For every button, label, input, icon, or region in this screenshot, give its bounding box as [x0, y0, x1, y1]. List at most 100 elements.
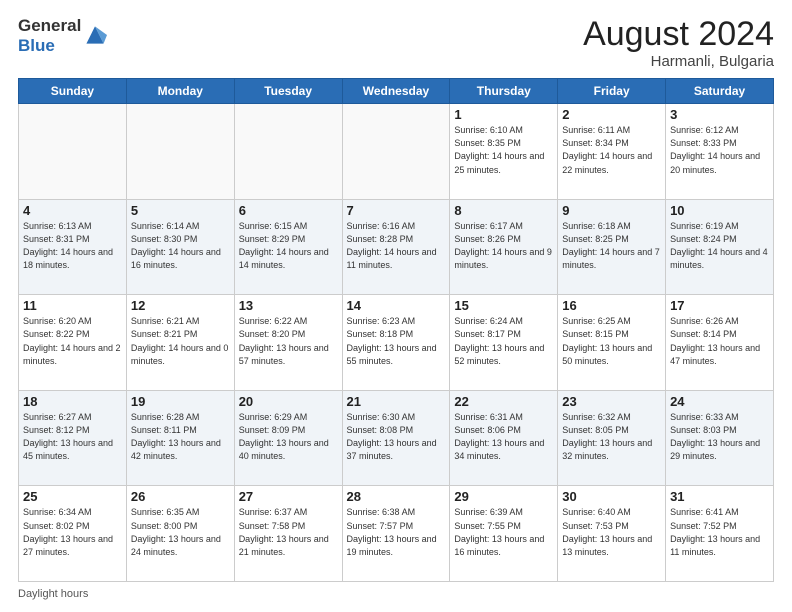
- calendar-week-row: 25Sunrise: 6:34 AMSunset: 8:02 PMDayligh…: [19, 486, 774, 582]
- calendar-cell: [234, 104, 342, 200]
- calendar-cell: 12 Sunrise: 6:21 AMSunset: 8:21 PMDayligh…: [126, 295, 234, 391]
- day-info: Sunrise: 6:28 AMSunset: 8:11 PMDaylight:…: [131, 411, 230, 463]
- calendar-cell: 13 Sunrise: 6:22 AMSunset: 8:20 PMDayligh…: [234, 295, 342, 391]
- calendar-cell: 22Sunrise: 6:31 AMSunset: 8:06 PMDayligh…: [450, 390, 558, 486]
- day-number: 5: [131, 203, 230, 218]
- day-info: Sunrise: 6:15 AMSunset: 8:29 PMDaylight:…: [239, 220, 338, 272]
- calendar-week-row: 1Sunrise: 6:10 AMSunset: 8:35 PMDaylight…: [19, 104, 774, 200]
- calendar-cell: 11Sunrise: 6:20 AMSunset: 8:22 PMDayligh…: [19, 295, 127, 391]
- day-info: Sunrise: 6:11 AMSunset: 8:34 PMDaylight:…: [562, 124, 661, 176]
- month-year: August 2024: [583, 16, 774, 53]
- day-info: Sunrise: 6:40 AMSunset: 7:53 PMDaylight:…: [562, 506, 661, 558]
- day-info: Sunrise: 6:39 AMSunset: 7:55 PMDaylight:…: [454, 506, 553, 558]
- day-number: 21: [347, 394, 446, 409]
- calendar-cell: 26 Sunrise: 6:35 AMSunset: 8:00 PMDayligh…: [126, 486, 234, 582]
- day-info: Sunrise: 6:21 AMSunset: 8:21 PMDaylight:…: [131, 315, 230, 367]
- calendar-cell: 31 Sunrise: 6:41 AMSunset: 7:52 PMDayligh…: [666, 486, 774, 582]
- day-number: 12: [131, 298, 230, 313]
- page: General Blue August 2024 Harmanli, Bulga…: [0, 0, 792, 612]
- day-number: 3: [670, 107, 769, 122]
- logo-blue: Blue: [18, 36, 55, 55]
- day-info: Sunrise: 6:19 AMSunset: 8:24 PMDaylight:…: [670, 220, 769, 272]
- calendar-week-row: 18 Sunrise: 6:27 AMSunset: 8:12 PMDayligh…: [19, 390, 774, 486]
- calendar-cell: 20Sunrise: 6:29 AMSunset: 8:09 PMDayligh…: [234, 390, 342, 486]
- day-info: Sunrise: 6:30 AMSunset: 8:08 PMDaylight:…: [347, 411, 446, 463]
- day-info: Sunrise: 6:25 AMSunset: 8:15 PMDaylight:…: [562, 315, 661, 367]
- day-number: 13: [239, 298, 338, 313]
- day-number: 31: [670, 489, 769, 504]
- day-info: Sunrise: 6:24 AMSunset: 8:17 PMDaylight:…: [454, 315, 553, 367]
- calendar-day-header: Tuesday: [234, 79, 342, 104]
- calendar-cell: 25Sunrise: 6:34 AMSunset: 8:02 PMDayligh…: [19, 486, 127, 582]
- calendar-day-header: Sunday: [19, 79, 127, 104]
- calendar-cell: 19 Sunrise: 6:28 AMSunset: 8:11 PMDayligh…: [126, 390, 234, 486]
- day-number: 30: [562, 489, 661, 504]
- calendar-cell: 21 Sunrise: 6:30 AMSunset: 8:08 PMDayligh…: [342, 390, 450, 486]
- calendar-cell: [19, 104, 127, 200]
- logo: General Blue: [18, 16, 107, 55]
- day-info: Sunrise: 6:29 AMSunset: 8:09 PMDaylight:…: [239, 411, 338, 463]
- day-number: 9: [562, 203, 661, 218]
- day-number: 28: [347, 489, 446, 504]
- logo-general: General: [18, 16, 81, 35]
- calendar-day-header: Wednesday: [342, 79, 450, 104]
- day-info: Sunrise: 6:26 AMSunset: 8:14 PMDaylight:…: [670, 315, 769, 367]
- day-info: Sunrise: 6:35 AMSunset: 8:00 PMDaylight:…: [131, 506, 230, 558]
- calendar-day-header: Monday: [126, 79, 234, 104]
- title-block: August 2024 Harmanli, Bulgaria: [583, 16, 774, 70]
- day-info: Sunrise: 6:37 AMSunset: 7:58 PMDaylight:…: [239, 506, 338, 558]
- day-number: 10: [670, 203, 769, 218]
- day-info: Sunrise: 6:32 AMSunset: 8:05 PMDaylight:…: [562, 411, 661, 463]
- day-number: 19: [131, 394, 230, 409]
- footer: Daylight hours: [18, 588, 774, 600]
- day-info: Sunrise: 6:13 AMSunset: 8:31 PMDaylight:…: [23, 220, 122, 272]
- day-number: 7: [347, 203, 446, 218]
- logo-text: General Blue: [18, 16, 81, 55]
- day-number: 22: [454, 394, 553, 409]
- day-number: 17: [670, 298, 769, 313]
- day-number: 25: [23, 489, 122, 504]
- logo-icon: [83, 23, 107, 47]
- day-number: 8: [454, 203, 553, 218]
- calendar-cell: 9 Sunrise: 6:18 AMSunset: 8:25 PMDaylight…: [558, 199, 666, 295]
- calendar-day-header: Saturday: [666, 79, 774, 104]
- day-number: 26: [131, 489, 230, 504]
- calendar-cell: 4 Sunrise: 6:13 AMSunset: 8:31 PMDaylight…: [19, 199, 127, 295]
- calendar-table: SundayMondayTuesdayWednesdayThursdayFrid…: [18, 78, 774, 582]
- day-info: Sunrise: 6:17 AMSunset: 8:26 PMDaylight:…: [454, 220, 553, 272]
- calendar-cell: 28 Sunrise: 6:38 AMSunset: 7:57 PMDayligh…: [342, 486, 450, 582]
- day-number: 18: [23, 394, 122, 409]
- calendar-cell: 7Sunrise: 6:16 AMSunset: 8:28 PMDaylight…: [342, 199, 450, 295]
- calendar-day-header: Friday: [558, 79, 666, 104]
- calendar-day-header: Thursday: [450, 79, 558, 104]
- day-info: Sunrise: 6:23 AMSunset: 8:18 PMDaylight:…: [347, 315, 446, 367]
- day-number: 24: [670, 394, 769, 409]
- day-info: Sunrise: 6:18 AMSunset: 8:25 PMDaylight:…: [562, 220, 661, 272]
- day-number: 16: [562, 298, 661, 313]
- calendar-week-row: 4 Sunrise: 6:13 AMSunset: 8:31 PMDaylight…: [19, 199, 774, 295]
- calendar-cell: 14Sunrise: 6:23 AMSunset: 8:18 PMDayligh…: [342, 295, 450, 391]
- footer-label: Daylight hours: [18, 588, 88, 600]
- day-info: Sunrise: 6:22 AMSunset: 8:20 PMDaylight:…: [239, 315, 338, 367]
- day-number: 6: [239, 203, 338, 218]
- day-number: 1: [454, 107, 553, 122]
- calendar-cell: 3Sunrise: 6:12 AMSunset: 8:33 PMDaylight…: [666, 104, 774, 200]
- day-number: 4: [23, 203, 122, 218]
- calendar-cell: 6 Sunrise: 6:15 AMSunset: 8:29 PMDaylight…: [234, 199, 342, 295]
- calendar-cell: 23Sunrise: 6:32 AMSunset: 8:05 PMDayligh…: [558, 390, 666, 486]
- day-number: 29: [454, 489, 553, 504]
- day-info: Sunrise: 6:38 AMSunset: 7:57 PMDaylight:…: [347, 506, 446, 558]
- calendar-cell: 15 Sunrise: 6:24 AMSunset: 8:17 PMDayligh…: [450, 295, 558, 391]
- calendar-cell: 16 Sunrise: 6:25 AMSunset: 8:15 PMDayligh…: [558, 295, 666, 391]
- header: General Blue August 2024 Harmanli, Bulga…: [18, 16, 774, 70]
- day-info: Sunrise: 6:33 AMSunset: 8:03 PMDaylight:…: [670, 411, 769, 463]
- calendar-cell: 10 Sunrise: 6:19 AMSunset: 8:24 PMDayligh…: [666, 199, 774, 295]
- calendar-cell: 18 Sunrise: 6:27 AMSunset: 8:12 PMDayligh…: [19, 390, 127, 486]
- calendar-week-row: 11Sunrise: 6:20 AMSunset: 8:22 PMDayligh…: [19, 295, 774, 391]
- calendar-cell: 27Sunrise: 6:37 AMSunset: 7:58 PMDayligh…: [234, 486, 342, 582]
- day-info: Sunrise: 6:41 AMSunset: 7:52 PMDaylight:…: [670, 506, 769, 558]
- calendar-cell: 17 Sunrise: 6:26 AMSunset: 8:14 PMDayligh…: [666, 295, 774, 391]
- day-info: Sunrise: 6:27 AMSunset: 8:12 PMDaylight:…: [23, 411, 122, 463]
- day-number: 15: [454, 298, 553, 313]
- day-info: Sunrise: 6:14 AMSunset: 8:30 PMDaylight:…: [131, 220, 230, 272]
